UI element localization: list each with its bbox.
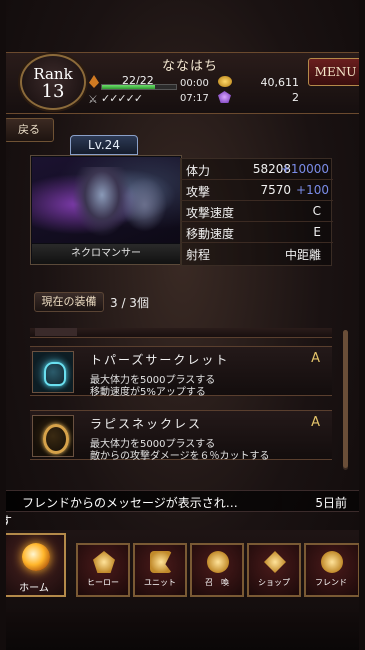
exp-bar: [101, 84, 177, 90]
equipment-name: ラピスネックレス: [90, 417, 203, 431]
stat-row-attack: 攻撃 7570 +100: [181, 180, 333, 201]
friend-message-bar[interactable]: フレンドからのメッセージが表示され… 5日前: [0, 490, 365, 512]
stat-label: 移動速度: [186, 227, 235, 241]
sword-icon: ⚔: [88, 93, 98, 106]
stat-label: 攻撃速度: [186, 206, 235, 220]
unit-icon: [150, 551, 172, 573]
necklace-icon: [32, 415, 74, 457]
player-name: ななはち: [161, 59, 218, 74]
exp-bar-fill: [102, 85, 156, 89]
stat-label: 攻撃: [186, 185, 211, 199]
stat-value: C: [312, 204, 321, 218]
gem-count: 2: [292, 91, 299, 104]
stamina-timer: 00:00: [180, 78, 209, 89]
nav-shop[interactable]: ショップ: [247, 543, 301, 597]
stat-row-range: 射程 中距離: [181, 243, 333, 264]
coin-icon: [218, 76, 232, 87]
hero-level: Lv.24: [70, 135, 138, 155]
message-time: 5日前: [315, 496, 347, 510]
stat-row-hp: 体力 58208 +10000: [181, 159, 333, 180]
equipment-scrollbar[interactable]: [343, 330, 348, 470]
coin-count: 40,611: [260, 76, 300, 89]
nav-friend[interactable]: フレンド: [304, 543, 360, 597]
rank-badge: Rank 13: [20, 54, 86, 110]
ticker-text: す: [0, 514, 13, 528]
equipment-item[interactable]: トパーズサークレット A 最大体力を5000プラスする 移動速度が5%アップする: [30, 346, 332, 398]
stat-value: 中距離: [284, 248, 321, 262]
nav-home[interactable]: ホーム: [2, 533, 66, 597]
stat-row-move-speed: 移動速度 E: [181, 222, 333, 243]
friend-icon: [321, 551, 343, 573]
message-text: フレンドからのメッセージが表示され…: [22, 496, 238, 510]
stat-label: 射程: [186, 248, 211, 262]
home-icon: [22, 543, 50, 571]
shop-icon: [264, 551, 286, 573]
hero-card[interactable]: ネクロマンサー: [30, 155, 182, 265]
equipment-name: トパーズサークレット: [90, 353, 230, 367]
nav-friend-label: フレンド: [315, 578, 347, 587]
equipment-count: 3 / 3個: [110, 296, 149, 310]
equipment-item[interactable]: ラピスネックレス A 最大体力を5000プラスする 敵からの攻撃ダメージを６％カ…: [30, 410, 332, 462]
stat-label: 体力: [186, 164, 211, 178]
back-button[interactable]: 戻る: [4, 118, 54, 142]
equipment-grade: A: [311, 415, 320, 430]
hero-icon: [93, 551, 115, 573]
stat-value: 7570: [260, 183, 291, 197]
ticket-timer: 07:17: [180, 93, 209, 104]
nav-hero[interactable]: ヒーロー: [76, 543, 130, 597]
equipment-desc: 敵からの攻撃ダメージを６％カットする: [90, 451, 270, 462]
rank-value: 13: [41, 81, 65, 102]
equipment-header: 現在の装備: [34, 292, 104, 312]
nav-hero-label: ヒーロー: [87, 578, 119, 587]
nav-shop-label: ショップ: [258, 578, 290, 587]
nav-home-label: ホーム: [19, 583, 49, 594]
stat-value: E: [313, 225, 321, 239]
nav-unit-label: ユニット: [144, 578, 176, 587]
circlet-icon: [32, 351, 74, 393]
stat-bonus: +10000: [280, 162, 329, 176]
equipment-desc: 移動速度が5%アップする: [90, 387, 206, 398]
summon-icon: [207, 551, 229, 573]
equipment-item-partial[interactable]: [30, 328, 332, 338]
nav-summon-label: 召 喚: [205, 578, 229, 587]
hero-name: ネクロマンサー: [32, 244, 180, 264]
scroll-thumb[interactable]: [343, 330, 348, 468]
menu-button[interactable]: MENU: [308, 58, 363, 86]
equipment-grade: A: [311, 351, 320, 366]
hero-stats: 体力 58208 +10000 攻撃 7570 +100 攻撃速度 C 移動速度…: [180, 158, 333, 266]
hero-portrait: [32, 157, 180, 243]
nav-unit[interactable]: ユニット: [133, 543, 187, 597]
stat-row-attack-speed: 攻撃速度 C: [181, 201, 333, 222]
footer-strip: [0, 612, 365, 650]
ticket-marks: ✓✓✓✓✓: [101, 92, 143, 105]
stat-bonus: +100: [296, 183, 329, 197]
nav-summon[interactable]: 召 喚: [190, 543, 244, 597]
